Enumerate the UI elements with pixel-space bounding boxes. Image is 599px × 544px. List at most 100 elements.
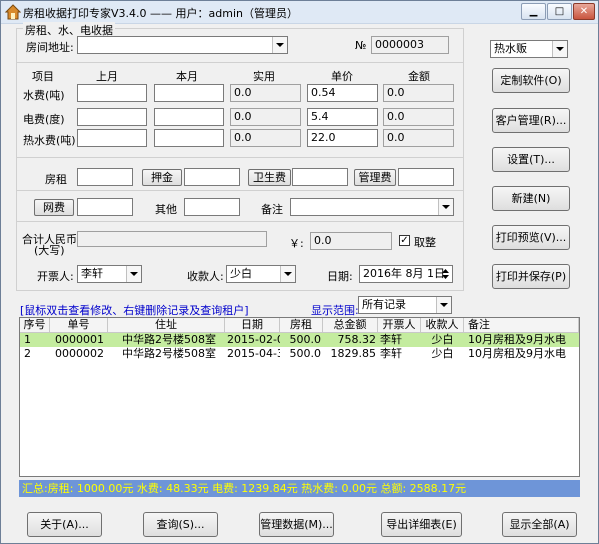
net-fee-button[interactable]: 网费 (34, 199, 74, 216)
table-cell: 1 (24, 333, 31, 346)
print-preview-button[interactable]: 打印预览(V)... (492, 225, 570, 250)
maximize-button[interactable]: □ (547, 3, 572, 20)
chevron-down-icon[interactable] (280, 266, 295, 282)
date-picker[interactable]: 2016年 8月 1日 (359, 265, 453, 283)
table-header-address[interactable]: 住址 (108, 318, 225, 333)
hygiene-button[interactable]: 卫生费 (248, 169, 291, 186)
divider (17, 190, 463, 191)
type-value: 热水贩 (494, 42, 527, 55)
chevron-down-icon[interactable] (272, 37, 287, 53)
query-button[interactable]: 查询(S)... (143, 512, 218, 537)
note-label: 备注 (261, 203, 283, 216)
address-combo[interactable] (77, 36, 288, 54)
chevron-down-icon[interactable] (438, 199, 453, 215)
table-cell: 758.32 (337, 333, 377, 346)
hotwater-curr-input[interactable] (154, 129, 224, 147)
table-cell: 李轩 (380, 347, 402, 360)
table-cell: 中华路2号楼508室 (122, 333, 216, 346)
table-cell: 10月房租及9月水电 (468, 333, 566, 346)
export-detail-button[interactable]: 导出详细表(E) (381, 512, 462, 537)
hygiene-input[interactable] (292, 168, 348, 186)
hotwater-price-input[interactable]: 22.0 (307, 129, 378, 147)
col-prev-header: 上月 (96, 70, 118, 83)
new-button[interactable]: 新建(N) (492, 186, 570, 211)
print-save-button[interactable]: 打印并保存(P) (492, 264, 570, 289)
table-cell: 2 (24, 347, 31, 360)
table-header-payee[interactable]: 收款人 (421, 318, 464, 333)
table-header-note[interactable]: 备注 (464, 318, 579, 333)
table-cell: 2015-04-30 (227, 347, 280, 360)
deposit-input[interactable] (184, 168, 240, 186)
water-label: 水费(吨) (23, 89, 65, 102)
chevron-down-icon[interactable] (126, 266, 141, 282)
note-combo[interactable] (290, 198, 454, 216)
table-header-no[interactable]: 单号 (50, 318, 108, 333)
payee-combo[interactable]: 少白 (226, 265, 296, 283)
about-button[interactable]: 关于(A)... (27, 512, 102, 537)
water-price-input[interactable]: 0.54 (307, 84, 378, 102)
electric-amount-field: 0.0 (383, 108, 454, 126)
table-header-total[interactable]: 总金额 (323, 318, 378, 333)
issuer-combo[interactable]: 李轩 (77, 265, 142, 283)
issuer-value: 李轩 (81, 267, 103, 280)
payee-value: 少白 (230, 267, 252, 280)
other-input[interactable] (184, 198, 240, 216)
electric-prev-input[interactable] (77, 108, 147, 126)
electric-price-input[interactable]: 5.4 (307, 108, 378, 126)
net-fee-input[interactable] (77, 198, 133, 216)
col-price-header: 单价 (331, 70, 353, 83)
chevron-down-icon[interactable] (552, 41, 567, 57)
table-cell: 1829.85 (330, 347, 377, 360)
other-label: 其他 (155, 203, 177, 216)
water-prev-input[interactable] (77, 84, 147, 102)
window-title: 房租收据打印专家V3.4.0 —— 用户：admin（管理员） (23, 7, 298, 20)
customer-mgmt-button[interactable]: 客户管理(R)... (492, 108, 570, 133)
rent-input[interactable] (77, 168, 133, 186)
type-combo[interactable]: 热水贩 (490, 40, 568, 58)
table-cell: 10月房租及9月水电 (468, 347, 566, 360)
deposit-button[interactable]: 押金 (142, 169, 182, 186)
receipt-no-label: № (355, 39, 367, 52)
divider (17, 157, 463, 158)
title-bar[interactable]: 房租收据打印专家V3.4.0 —— 用户：admin（管理员） ▁ □ ✕ (1, 1, 598, 24)
records-table[interactable]: 序号 单号 住址 日期 房租 总金额 开票人 收款人 备注 1 0000001 … (19, 317, 580, 477)
date-value: 2016年 8月 1日 (363, 267, 445, 280)
scope-value: 所有记录 (362, 298, 406, 311)
mgmt-fee-input[interactable] (398, 168, 454, 186)
table-header-issuer[interactable]: 开票人 (378, 318, 421, 333)
hotwater-used-field: 0.0 (230, 129, 301, 147)
close-button[interactable]: ✕ (573, 3, 595, 20)
show-all-button[interactable]: 显示全部(A) (502, 512, 577, 537)
round-checkbox[interactable]: ✓ (399, 235, 410, 246)
hotwater-amount-field: 0.0 (383, 129, 454, 147)
divider (17, 62, 463, 63)
table-cell: 500.0 (289, 333, 322, 346)
date-label: 日期: (327, 270, 353, 283)
mgmt-fee-button[interactable]: 管理费 (354, 169, 396, 186)
hotwater-prev-input[interactable] (77, 129, 147, 147)
chevron-down-icon[interactable] (436, 297, 451, 313)
minimize-icon: ▁ (529, 6, 538, 17)
total-uppercase-field (77, 231, 267, 247)
electric-curr-input[interactable] (154, 108, 224, 126)
table-header-rent[interactable]: 房租 (280, 318, 323, 333)
spin-updown-icon[interactable] (440, 267, 451, 281)
scope-label: 显示范围: (311, 304, 359, 317)
electric-used-field: 0.0 (230, 108, 301, 126)
custom-software-button[interactable]: 定制软件(O) (492, 68, 570, 93)
manage-data-button[interactable]: 管理数据(M)... (259, 512, 334, 537)
yen-label: ￥: (289, 237, 304, 250)
app-house-icon (5, 4, 21, 20)
settings-button[interactable]: 设置(T)... (492, 147, 570, 172)
table-header-seq[interactable]: 序号 (20, 318, 50, 333)
water-curr-input[interactable] (154, 84, 224, 102)
minimize-button[interactable]: ▁ (521, 3, 546, 20)
table-cell: 0000002 (55, 347, 104, 360)
scope-combo[interactable]: 所有记录 (358, 296, 452, 314)
col-amount-header: 金额 (408, 70, 430, 83)
table-header-date[interactable]: 日期 (225, 318, 280, 333)
main-window: 房租收据打印专家V3.4.0 —— 用户：admin（管理员） ▁ □ ✕ 房租… (0, 0, 599, 544)
table-cell: 中华路2号楼508室 (122, 347, 216, 360)
maximize-icon: □ (554, 6, 565, 17)
table-cell: 500.0 (289, 347, 322, 360)
